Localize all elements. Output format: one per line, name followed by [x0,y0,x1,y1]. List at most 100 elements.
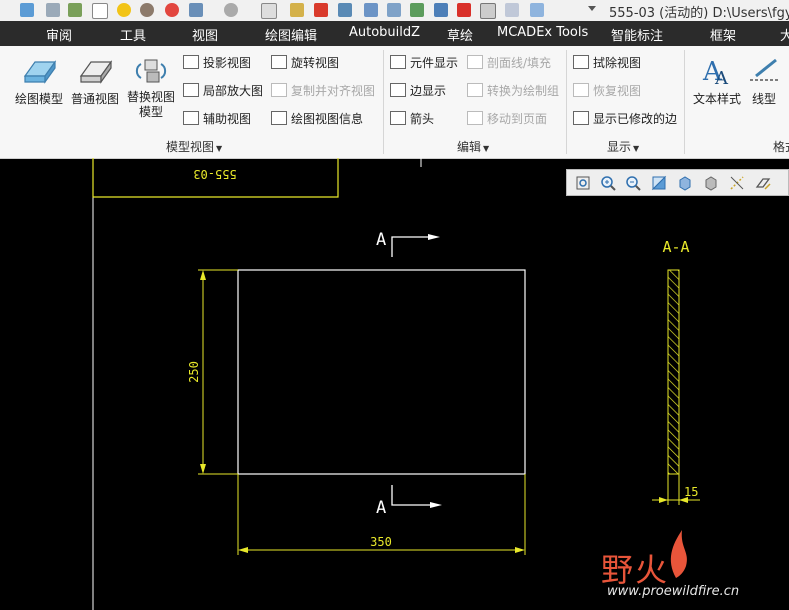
tab-view[interactable]: 视图 [192,25,218,44]
pdf-icon[interactable] [314,3,328,17]
projection-view-button[interactable]: 投影视图 [183,54,251,71]
group-divider [383,50,384,154]
gear-icon[interactable] [140,3,154,17]
copy-icon[interactable] [480,3,496,19]
refit-icon[interactable] [575,175,591,191]
line-style-button[interactable]: 线型 [744,56,784,107]
group-divider [566,50,567,154]
component-display-icon [390,55,406,69]
tab-frame[interactable]: 框架 [710,25,736,44]
hatch-fill-button[interactable]: 剖面线/填充 [467,54,551,71]
display-group-label[interactable]: 显示 ▼ [607,138,639,155]
detailed-view-icon [183,83,199,97]
revolved-view-button[interactable]: 旋转视图 [271,54,339,71]
detailed-view-button[interactable]: 局部放大图 [183,82,263,99]
convert-to-draft-group-button[interactable]: 转换为绘制组 [467,82,559,99]
counter-icon[interactable] [224,3,238,17]
dim-arrow-down [200,464,206,474]
window-title: 555-03 (活动的) D:\Users\fgy [609,6,789,21]
export-icon[interactable] [410,3,424,17]
edit-group-label[interactable]: 编辑 ▼ [457,138,489,155]
resume-view-button[interactable]: 恢复视图 [573,82,641,99]
caret-down-icon: ▼ [216,144,223,153]
window-icon[interactable] [364,3,378,17]
tab-autobuildz[interactable]: AutobuildZ [349,25,420,40]
star-icon[interactable] [290,3,304,17]
table-icon[interactable] [387,3,401,17]
swap-icon[interactable] [434,3,448,17]
drawing-model-button[interactable]: 绘图模型 [12,56,66,107]
group-divider [684,50,685,154]
pencil-icon[interactable] [20,3,34,17]
section-letter-top: A [376,230,386,250]
drawing-view-info-button[interactable]: 绘图视图信息 [271,110,363,127]
zoom-out-icon[interactable] [625,175,641,191]
dim-arrow-left [238,547,248,553]
move-to-sheet-icon [467,111,483,125]
replace-view-model-button[interactable]: 替换视图模型 [124,56,178,120]
dim-width-value[interactable]: 350 [370,535,392,549]
dim-arrow-up [200,270,206,280]
copy-align-view-icon [271,83,287,97]
saved-views-icon[interactable] [703,175,719,191]
list-icon[interactable] [46,3,60,17]
arrow-button[interactable]: 箭头 [390,110,434,127]
format-group-label[interactable]: 格式 [773,138,789,155]
text-style-label: 文本样式 [692,92,741,106]
arrow-icon [390,111,406,125]
tree-icon[interactable] [68,3,82,17]
model-views-group-label[interactable]: 模型视图 ▼ [166,138,222,155]
general-view-label: 普通视图 [70,92,119,106]
tab-tools[interactable]: 工具 [120,25,146,44]
section-view-hatched[interactable] [667,269,680,475]
text-style-button[interactable]: A A 文本样式 [690,56,744,107]
section-arrowhead-top [428,234,440,240]
tab-review[interactable]: 审阅 [46,25,72,44]
target-icon[interactable] [165,3,179,17]
erase-view-button[interactable]: 拭除视图 [573,54,641,71]
tab-drawing-edit[interactable]: 绘图编辑 [265,25,317,44]
view-icon[interactable] [189,3,203,17]
replace-view-model-label: 替换视图模型 [126,90,175,119]
smiley-icon[interactable] [117,3,131,17]
watermark-url: www.proewildfire.cn [607,584,740,599]
zoom-in-icon[interactable] [600,175,616,191]
zoom-icon[interactable] [505,3,519,17]
angle-icon[interactable] [261,3,277,19]
section-arrow-top [391,236,430,257]
chevron-down-icon[interactable] [588,6,596,14]
tab-sketch[interactable]: 草绘 [447,25,473,44]
main-view-rectangle[interactable] [237,269,526,475]
dim-height-value[interactable]: 250 [187,361,201,383]
annotation-display-icon[interactable] [755,175,771,191]
ribbon: 绘图模型 普通视图 替换视图模型 投影视图 局部放大图 辅助视图 旋转视图 复制… [0,46,789,159]
thk-value[interactable]: 15 [684,485,698,499]
move-to-sheet-button[interactable]: 移动到页面 [467,110,547,127]
drawing-canvas[interactable]: 555-03 A 250 350 A A-A 15 [0,158,789,610]
quick-access-toolbar: 555-03 (活动的) D:\Users\fgy [0,0,789,22]
text-style-icon: A A [702,57,729,86]
revolved-view-icon [271,55,287,69]
caret-down-icon: ▼ [483,144,490,153]
general-view-button[interactable]: 普通视图 [68,56,122,107]
datum-display-icon[interactable] [729,175,745,191]
section-view-title: A-A [662,238,689,256]
repaint-icon[interactable] [651,175,667,191]
camera-icon[interactable] [338,3,352,17]
tab-more[interactable]: 大 [780,25,789,44]
auxiliary-view-button[interactable]: 辅助视图 [183,110,251,127]
box-icon[interactable] [530,3,544,17]
tab-smart-dimension[interactable]: 智能标注 [611,25,663,44]
eraser-blue-icon [23,60,57,84]
component-display-button[interactable]: 元件显示 [390,54,458,71]
edge-display-icon [390,83,406,97]
close-window-icon[interactable] [457,3,471,17]
show-modified-edges-button[interactable]: 显示已修改的边 [573,110,677,127]
copy-align-view-button[interactable]: 复制并对齐视图 [271,82,375,99]
drawing-sheet[interactable]: 555-03 A 250 350 A A-A 15 [0,158,789,610]
edge-display-button[interactable]: 边显示 [390,82,446,99]
drawing-view-info-icon [271,111,287,125]
display-style-icon[interactable] [677,175,693,191]
tab-mcadex-tools[interactable]: MCADEx Tools [497,25,588,40]
document-icon[interactable] [92,3,108,19]
